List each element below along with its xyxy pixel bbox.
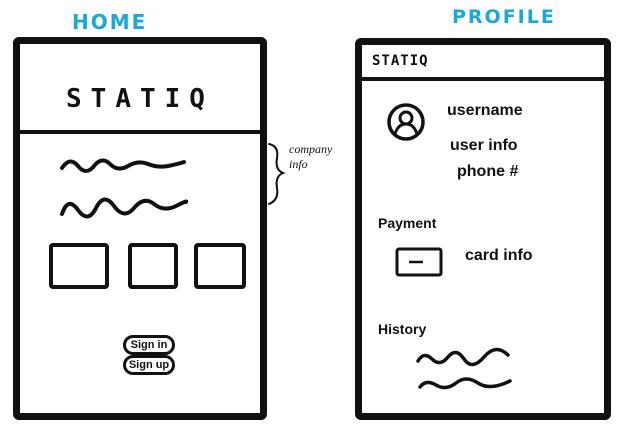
profile-header: STATIQ [362, 45, 604, 81]
card-icon[interactable] [395, 247, 443, 277]
history-scribble-2 [418, 377, 512, 390]
phone-label: phone # [457, 163, 519, 180]
history-scribble-1 [416, 347, 510, 367]
feature-box-1[interactable] [49, 243, 109, 289]
profile-screen: STATIQ username user info phone # Paymen… [355, 38, 611, 420]
user-info-label: user info [450, 137, 518, 154]
company-info-scribble-1 [60, 158, 186, 173]
home-header: STATIQ [20, 44, 260, 134]
annotation-brace [268, 143, 286, 205]
annotation-line-1: company [289, 142, 333, 156]
history-heading: History [378, 321, 427, 337]
profile-logo: STATIQ [372, 53, 429, 69]
home-logo: STATIQ [66, 84, 214, 114]
payment-heading: Payment [378, 215, 437, 231]
home-screen: STATIQ Sign in Sign up [13, 37, 267, 420]
annotation-text: company info [289, 142, 332, 172]
feature-box-2[interactable] [128, 243, 178, 289]
profile-screen-title: PROFILE [452, 6, 556, 28]
sign-up-button[interactable]: Sign up [123, 355, 175, 375]
annotation-line-2: info [289, 157, 308, 171]
username-label: username [447, 102, 523, 119]
company-info-scribble-2 [60, 197, 188, 219]
home-screen-title: HOME [72, 10, 148, 34]
avatar-icon[interactable] [386, 102, 426, 142]
sign-in-button[interactable]: Sign in [123, 335, 175, 355]
card-info-label: card info [465, 247, 533, 264]
feature-box-3[interactable] [194, 243, 246, 289]
